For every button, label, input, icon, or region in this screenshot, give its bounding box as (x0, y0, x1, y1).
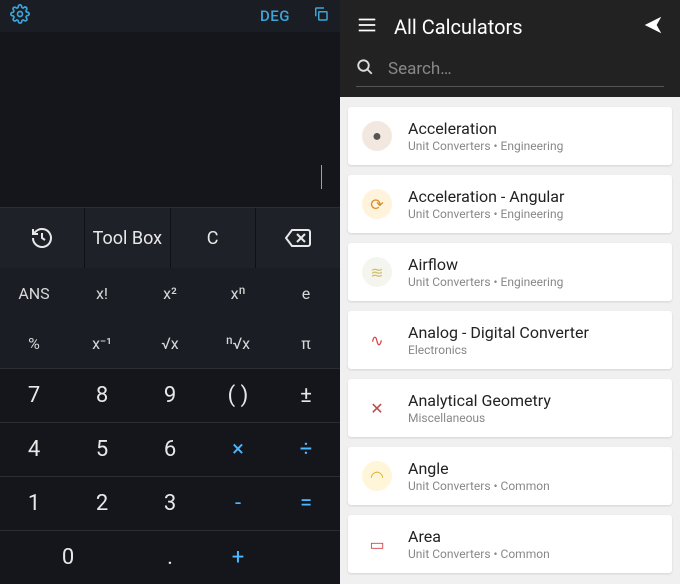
key-square[interactable]: x² (136, 268, 204, 318)
key-percent[interactable]: % (0, 318, 68, 368)
search-icon (356, 58, 374, 80)
key-sqrt[interactable]: √x (136, 318, 204, 368)
key-factorial[interactable]: x! (68, 268, 136, 318)
list-item[interactable]: ✕ Analytical GeometryMiscellaneous (348, 379, 672, 437)
key-inverse[interactable]: x⁻¹ (68, 318, 136, 368)
list-item-icon: ▭ (362, 529, 392, 559)
list-item-subtitle: Miscellaneous (408, 411, 658, 425)
cursor (321, 165, 322, 189)
key-2[interactable]: 2 (68, 476, 136, 530)
list-item-icon: ● (362, 121, 392, 151)
backspace-button[interactable] (256, 208, 340, 268)
list-item-title: Acceleration (408, 119, 658, 138)
list-item-title: Angle (408, 459, 658, 478)
list-item-title: Analytical Geometry (408, 391, 658, 410)
list-item[interactable]: ● AccelerationUnit Converters • Engineeri… (348, 107, 672, 165)
list-item-subtitle: Electronics (408, 343, 658, 357)
key-parens[interactable]: ( ) (204, 368, 272, 422)
list-item-icon: ⟳ (362, 189, 392, 219)
key-8[interactable]: 8 (68, 368, 136, 422)
list-item[interactable]: ⟳ Acceleration - AngularUnit Converters •… (348, 175, 672, 233)
list-item[interactable]: ▭ AreaUnit Converters • Common (348, 515, 672, 573)
calculator-display[interactable] (0, 32, 340, 208)
key-5[interactable]: 5 (68, 422, 136, 476)
num-row-0: 0 . + (0, 530, 340, 584)
key-plus[interactable]: + (204, 530, 272, 584)
calculator-panel: DEG Tool Box C ANS x! x² xⁿ e % x⁻¹ √x ⁿ… (0, 0, 340, 584)
key-0[interactable]: 0 (0, 530, 136, 584)
list-item-icon: ◠ (362, 461, 392, 491)
history-button[interactable] (0, 208, 85, 268)
list-item-subtitle: Unit Converters • Common (408, 479, 658, 493)
key-e[interactable]: e (272, 268, 340, 318)
list-item-subtitle: Unit Converters • Engineering (408, 207, 658, 221)
copy-icon[interactable] (312, 5, 330, 27)
key-plusminus[interactable]: ± (272, 368, 340, 422)
list-item-title: Airflow (408, 255, 658, 274)
list-item[interactable]: ∿ Analog - Digital ConverterElectronics (348, 311, 672, 369)
toolbox-button[interactable]: Tool Box (85, 208, 170, 268)
key-multiply[interactable]: × (204, 422, 272, 476)
settings-icon[interactable] (10, 4, 30, 28)
key-minus[interactable]: - (204, 476, 272, 530)
list-item-subtitle: Unit Converters • Common (408, 547, 658, 561)
list-item-body: Analytical GeometryMiscellaneous (408, 391, 658, 425)
num-row-456: 4 5 6 × ÷ (0, 422, 340, 476)
list-item-subtitle: Unit Converters • Engineering (408, 275, 658, 289)
menu-icon[interactable] (356, 14, 378, 40)
key-7[interactable]: 7 (0, 368, 68, 422)
key-1[interactable]: 1 (0, 476, 68, 530)
list-item-body: AccelerationUnit Converters • Engineerin… (408, 119, 658, 153)
list-item-icon: ∿ (362, 325, 392, 355)
angle-mode[interactable]: DEG (260, 7, 290, 25)
fn-row-2: % x⁻¹ √x ⁿ√x π (0, 318, 340, 368)
key-spacer (272, 530, 340, 584)
key-power[interactable]: xⁿ (204, 268, 272, 318)
search-input[interactable] (388, 59, 664, 79)
num-row-123: 1 2 3 - = (0, 476, 340, 530)
list-header: All Calculators (340, 0, 680, 97)
list-item-icon: ≋ (362, 257, 392, 287)
list-item-title: Area (408, 527, 658, 546)
fn-row-1: ANS x! x² xⁿ e (0, 268, 340, 318)
list-item-icon: ✕ (362, 393, 392, 423)
key-pi[interactable]: π (272, 318, 340, 368)
key-nthroot[interactable]: ⁿ√x (204, 318, 272, 368)
key-divide[interactable]: ÷ (272, 422, 340, 476)
calculator-list[interactable]: ●AccelerationUnit Converters • Engineeri… (340, 97, 680, 584)
num-row-789: 7 8 9 ( ) ± (0, 368, 340, 422)
list-item-body: AreaUnit Converters • Common (408, 527, 658, 561)
key-3[interactable]: 3 (136, 476, 204, 530)
list-item-body: AirflowUnit Converters • Engineering (408, 255, 658, 289)
key-ans[interactable]: ANS (0, 268, 68, 318)
list-item-body: AngleUnit Converters • Common (408, 459, 658, 493)
key-decimal[interactable]: . (136, 530, 204, 584)
calculator-topbar: DEG (0, 0, 340, 32)
list-item-title: Acceleration - Angular (408, 187, 658, 206)
key-4[interactable]: 4 (0, 422, 68, 476)
list-item[interactable]: ≋ AirflowUnit Converters • Engineering (348, 243, 672, 301)
list-item-body: Acceleration - AngularUnit Converters • … (408, 187, 658, 221)
list-item-body: Analog - Digital ConverterElectronics (408, 323, 658, 357)
page-title: All Calculators (394, 15, 626, 39)
key-equals[interactable]: = (272, 476, 340, 530)
clear-button[interactable]: C (171, 208, 256, 268)
all-calculators-panel: All Calculators ●AccelerationUnit Conver… (340, 0, 680, 584)
list-item-subtitle: Unit Converters • Engineering (408, 139, 658, 153)
list-item-title: Analog - Digital Converter (408, 323, 658, 342)
key-9[interactable]: 9 (136, 368, 204, 422)
list-item[interactable]: ◠ AngleUnit Converters • Common (348, 447, 672, 505)
toolbox-row: Tool Box C (0, 208, 340, 268)
key-6[interactable]: 6 (136, 422, 204, 476)
share-icon[interactable] (642, 14, 664, 40)
